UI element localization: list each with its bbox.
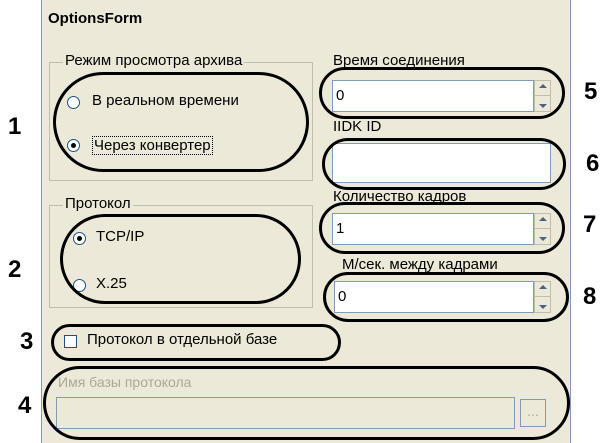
callout-oval-2 (60, 214, 301, 304)
callout-oval-8 (323, 272, 569, 322)
callout-oval-1 (53, 72, 309, 172)
window-title: OptionsForm (48, 10, 143, 27)
callout-number-6: 6 (586, 150, 600, 177)
callout-number-7: 7 (583, 211, 597, 238)
callout-number-2: 2 (8, 256, 22, 283)
callout-oval-3 (51, 324, 341, 361)
callout-number-8: 8 (583, 283, 597, 310)
callout-number-3: 3 (20, 328, 34, 355)
callout-oval-4 (43, 366, 570, 440)
archive-mode-label: Режим просмотра архива (63, 52, 245, 69)
callout-oval-5 (319, 67, 565, 119)
iidk-id-label: IIDK ID (333, 118, 382, 135)
callout-number-5: 5 (584, 78, 598, 105)
callout-oval-6 (322, 138, 566, 190)
callout-number-4: 4 (18, 392, 32, 419)
protocol-label: Протокол (63, 195, 133, 212)
callout-oval-7 (319, 202, 565, 254)
ms-between-label: М/сек. между кадрами (342, 256, 498, 273)
callout-number-1: 1 (8, 113, 22, 140)
